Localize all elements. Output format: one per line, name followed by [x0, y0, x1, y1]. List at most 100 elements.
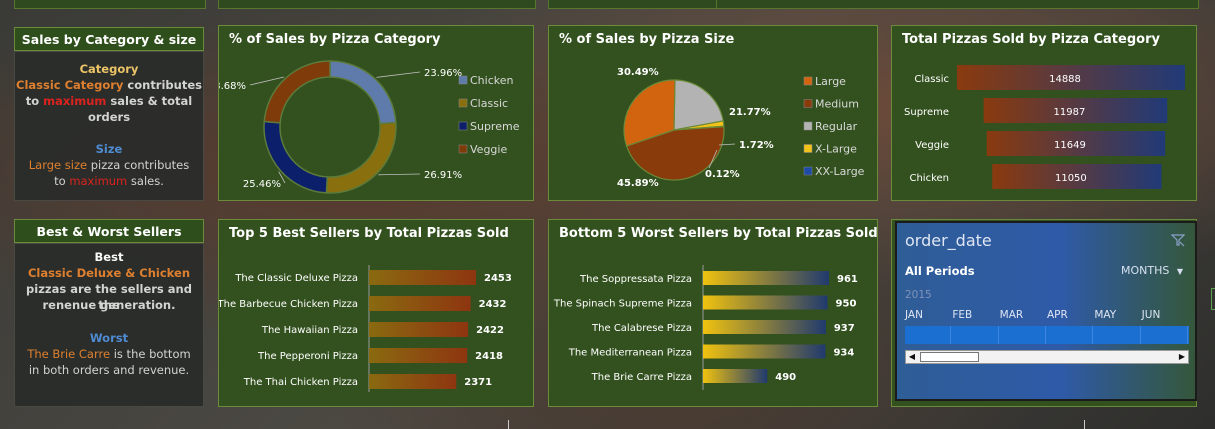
category-label: The Brie Carre Pizza	[591, 372, 692, 383]
data-label: 25.46%	[243, 179, 281, 190]
timeline-scrollbar[interactable]: ◀ ▶	[905, 350, 1189, 364]
legend-label: Large	[815, 75, 846, 88]
month-cell-jun[interactable]	[1142, 326, 1188, 344]
category-total-bar-panel[interactable]: Total Pizzas Sold by Pizza Category Clas…	[891, 25, 1197, 201]
top-panel-strip-2	[218, 0, 536, 9]
data-label: 2453	[484, 273, 512, 284]
data-label: 1.72%	[739, 140, 774, 151]
category-label: The Hawaiian Pizza	[261, 325, 358, 336]
best-line-1: Classic Deluxe & Chicken	[27, 266, 191, 280]
sheet-divider	[1084, 420, 1085, 429]
legend-label: Supreme	[470, 120, 520, 133]
legend-label: Veggie	[470, 143, 507, 156]
category-label: The Spinach Supreme Pizza	[553, 299, 692, 310]
category-label: Chicken	[909, 173, 949, 184]
month-labels: JAN FEB MAR APR MAY JUN	[905, 309, 1189, 323]
bar[interactable]	[703, 344, 826, 359]
category-line-2: to maximum sales & total	[25, 94, 193, 108]
data-label: 30.49%	[617, 67, 659, 78]
category-label: The Soppressata Pizza	[579, 274, 692, 285]
category-label: The Calabrese Pizza	[591, 323, 692, 334]
data-label: 2418	[475, 351, 503, 362]
legend-label: Chicken	[470, 74, 514, 87]
size-heading: Size	[95, 142, 123, 156]
time-level-label: MONTHS	[1120, 264, 1170, 277]
bar[interactable]	[369, 374, 457, 389]
category-label: Supreme	[904, 107, 949, 118]
category-line-1: Classic Category contributes	[16, 78, 202, 92]
category-label: Classic	[914, 74, 949, 85]
top-panel-strip-1	[14, 0, 206, 9]
month-label-jun: JUN	[1141, 309, 1161, 321]
data-label: 11050	[1055, 173, 1087, 184]
bar[interactable]	[369, 296, 471, 311]
top5-bar-panel[interactable]: Top 5 Best Sellers by Total Pizzas Sold …	[218, 219, 534, 407]
data-label: 490	[775, 372, 796, 383]
scroll-thumb[interactable]	[920, 352, 979, 362]
bar[interactable]	[369, 322, 469, 337]
time-level-dropdown[interactable]: MONTHS ▼	[1121, 264, 1183, 277]
data-label: 23.96%	[424, 68, 462, 79]
sheet-divider	[508, 420, 509, 429]
size-line-1: Large size pizza contributes	[28, 158, 190, 172]
legend-swatch	[458, 75, 468, 85]
scroll-left-icon[interactable]: ◀	[906, 351, 918, 363]
category-label: The Mediterranean Pizza	[568, 348, 692, 359]
category-donut-chart: 23.96% 26.91% 25.46% 23.68% Chicken Classic Su…	[219, 60, 520, 194]
data-label: 2422	[476, 325, 504, 336]
month-cell-jan[interactable]	[905, 326, 952, 344]
donut-slice-classic[interactable]	[325, 121, 397, 194]
category-label: The Barbecue Chicken Pizza	[219, 299, 358, 310]
bar[interactable]	[369, 348, 468, 363]
legend-swatch	[458, 98, 468, 108]
best-line-3: renenue generation.	[42, 298, 176, 312]
category-label: The Thai Chicken Pizza	[243, 377, 358, 388]
top-panel-strip-4	[716, 0, 1199, 9]
donut-slice-chicken[interactable]	[329, 60, 397, 125]
data-label: 45.89%	[617, 178, 659, 189]
month-cell-apr[interactable]	[1047, 326, 1094, 344]
worst-line-1: The Brie Carre is the bottom	[27, 347, 191, 361]
data-label: 21.77%	[729, 107, 771, 118]
month-label-may: MAY	[1094, 309, 1117, 321]
best-heading: Best	[94, 250, 124, 264]
month-cell-mar[interactable]	[1000, 326, 1046, 344]
filter-clear-icon[interactable]	[1170, 232, 1186, 247]
category-donut-chart-panel[interactable]: % of Sales by Pizza Category 23.96% 26.91…	[218, 25, 534, 201]
donut-slice-veggie[interactable]	[263, 60, 331, 124]
legend-swatch	[803, 166, 813, 176]
category-size-insight-box: Category Classic Category contributes to…	[14, 51, 204, 201]
month-label-jan: JAN	[905, 309, 923, 321]
size-pie-chart: 30.49% 45.89% 21.77% 1.72% 0.12% Large Medium R…	[617, 67, 865, 189]
data-label: 0.12%	[705, 169, 740, 180]
category-heading: Category	[79, 62, 139, 76]
bar[interactable]	[703, 271, 829, 285]
data-label: 26.91%	[424, 170, 462, 181]
category-label: The Classic Deluxe Pizza	[234, 273, 358, 284]
bar[interactable]	[703, 320, 826, 334]
size-line-2: to maximum sales.	[54, 174, 164, 188]
bottom5-bar-chart: The Soppressata Pizza 961 The Spinach Supr…	[553, 265, 858, 390]
leader-line	[249, 76, 285, 86]
legend-label: X-Large	[815, 143, 857, 156]
month-label-apr: APR	[1047, 309, 1068, 321]
month-cell-feb[interactable]	[952, 326, 999, 344]
month-cell-may[interactable]	[1094, 326, 1141, 344]
sales-category-size-tag: Sales by Category & size	[14, 27, 204, 51]
bar[interactable]	[703, 295, 828, 310]
chevron-down-icon: ▼	[1176, 267, 1183, 276]
timeline-title: order_date	[905, 231, 992, 250]
scroll-right-icon[interactable]: ▶	[1176, 351, 1188, 363]
legend-swatch	[803, 76, 813, 86]
legend-swatch	[458, 121, 468, 131]
month-timeline-bar[interactable]	[905, 326, 1189, 344]
legend-swatch	[803, 99, 813, 108]
month-label-feb: FEB	[952, 309, 973, 321]
leader-line	[376, 71, 421, 78]
size-pie-chart-panel[interactable]: % of Sales by Pizza Size 30.49% 45.89% 21.…	[548, 25, 878, 201]
bar[interactable]	[703, 369, 768, 383]
bar[interactable]	[369, 270, 476, 285]
bottom5-bar-panel[interactable]: Bottom 5 Worst Sellers by Total Pizzas S…	[548, 219, 878, 407]
legend-swatch	[803, 144, 813, 153]
order-date-timeline[interactable]: order_date All Periods MONTHS ▼ 2015 JAN…	[895, 221, 1197, 401]
